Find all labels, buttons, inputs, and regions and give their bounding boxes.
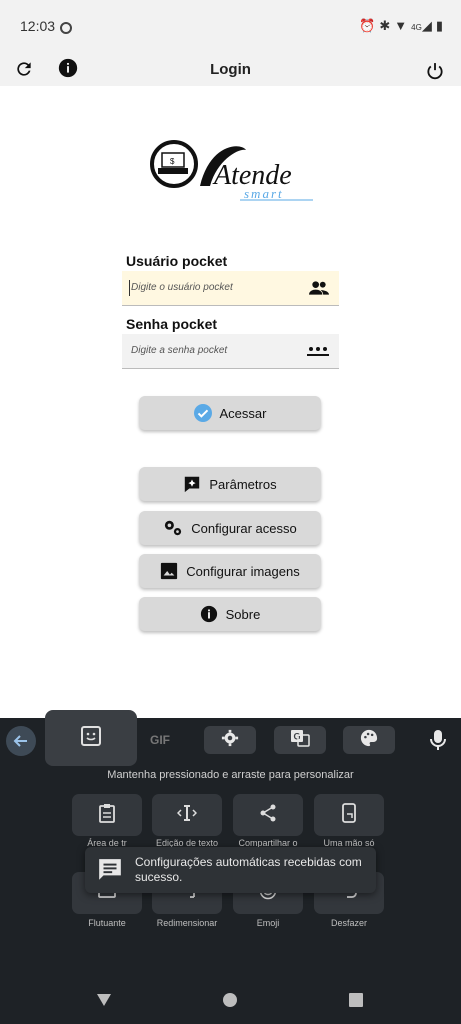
navigation-bar [0, 980, 461, 1024]
user-label: Usuário pocket [126, 253, 228, 269]
home-circle-icon[interactable] [222, 992, 238, 1013]
battery-icon: ▮ [435, 18, 447, 33]
svg-text:$: $ [170, 157, 175, 166]
one-hand-tile[interactable] [314, 794, 384, 836]
gear-icon [221, 729, 239, 752]
image-icon [160, 562, 178, 580]
back-arrow-icon[interactable] [6, 726, 36, 756]
microphone-icon[interactable] [429, 729, 447, 756]
status-bar: 12:03 ⏰✱▼4G◢▮ [0, 0, 461, 52]
parameters-label: Parâmetros [209, 476, 277, 492]
app-logo: $ Atende smart [148, 138, 318, 202]
users-icon [309, 279, 329, 302]
parameters-button[interactable]: Parâmetros [139, 467, 321, 501]
password-placeholder: Digite a senha pocket [131, 345, 228, 356]
text-cursor [129, 280, 130, 296]
bluetooth-icon: ✱ [379, 18, 395, 33]
gif-label: GIF [150, 733, 170, 747]
about-label: Sobre [225, 606, 261, 622]
theme-button[interactable] [343, 726, 395, 754]
wifi-icon: ▼ [394, 18, 412, 33]
status-icons: ⏰✱▼4G◢▮ [359, 18, 447, 34]
tile-label-emoji: Emoji [256, 918, 280, 928]
user-field[interactable]: Digite o usuário pocket [122, 271, 339, 306]
text-edit-tile[interactable] [152, 794, 222, 836]
alarm-icon: ⏰ [359, 18, 380, 33]
power-icon[interactable] [423, 59, 447, 83]
translate-icon: G [290, 729, 310, 752]
app-bar: Login [0, 52, 461, 86]
settings-button[interactable] [204, 726, 256, 754]
share-tile[interactable] [233, 794, 303, 836]
clipboard-tile[interactable] [72, 794, 142, 836]
tile-label-undo: Desfazer [330, 918, 367, 928]
back-triangle-icon[interactable] [96, 993, 112, 1012]
gears-icon [163, 519, 183, 537]
clipboard-icon [98, 803, 116, 828]
configure-images-label: Configurar imagens [186, 563, 300, 579]
configure-images-button[interactable]: Configurar imagens [139, 554, 321, 588]
message-icon [97, 857, 123, 888]
about-button[interactable]: Sobre [139, 597, 321, 631]
tile-label-resize: Redimensionar [156, 918, 218, 928]
password-label: Senha pocket [126, 316, 218, 332]
password-dots-icon [307, 342, 329, 363]
sticker-icon [80, 725, 102, 752]
palette-icon [360, 729, 378, 752]
tile-label-floating: Flutuante [88, 918, 126, 928]
notification-dot-icon [60, 22, 72, 34]
info-circle-icon [200, 605, 218, 623]
network-label: 4G [411, 23, 422, 32]
one-hand-icon [341, 802, 357, 828]
user-placeholder: Digite o usuário pocket [131, 282, 233, 293]
configure-access-button[interactable]: Configurar acesso [139, 511, 321, 545]
svg-text:G: G [294, 731, 301, 741]
check-circle-icon [193, 404, 212, 422]
status-time: 12:03 [20, 18, 56, 34]
toast-notification: Configurações automáticas recebidas com … [85, 847, 376, 893]
add-comment-icon [183, 475, 201, 493]
sticker-tab[interactable] [45, 710, 137, 766]
translate-button[interactable]: G [274, 726, 326, 754]
customize-hint: Mantenha pressionado e arraste para pers… [107, 769, 354, 781]
configure-access-label: Configurar acesso [191, 520, 297, 536]
text-cursor-icon [176, 804, 198, 827]
toast-message: Configurações automáticas recebidas com … [135, 855, 362, 884]
page-title: Login [210, 61, 251, 78]
recents-square-icon[interactable] [349, 993, 363, 1012]
login-label: Acessar [219, 405, 267, 421]
login-button[interactable]: Acessar [139, 396, 321, 430]
password-field[interactable]: Digite a senha pocket [122, 334, 339, 369]
signal-icon: ◢ [421, 18, 436, 33]
gif-tab[interactable]: GIF [140, 726, 180, 754]
logo-subtitle: smart [244, 186, 284, 201]
share-icon [259, 804, 277, 827]
